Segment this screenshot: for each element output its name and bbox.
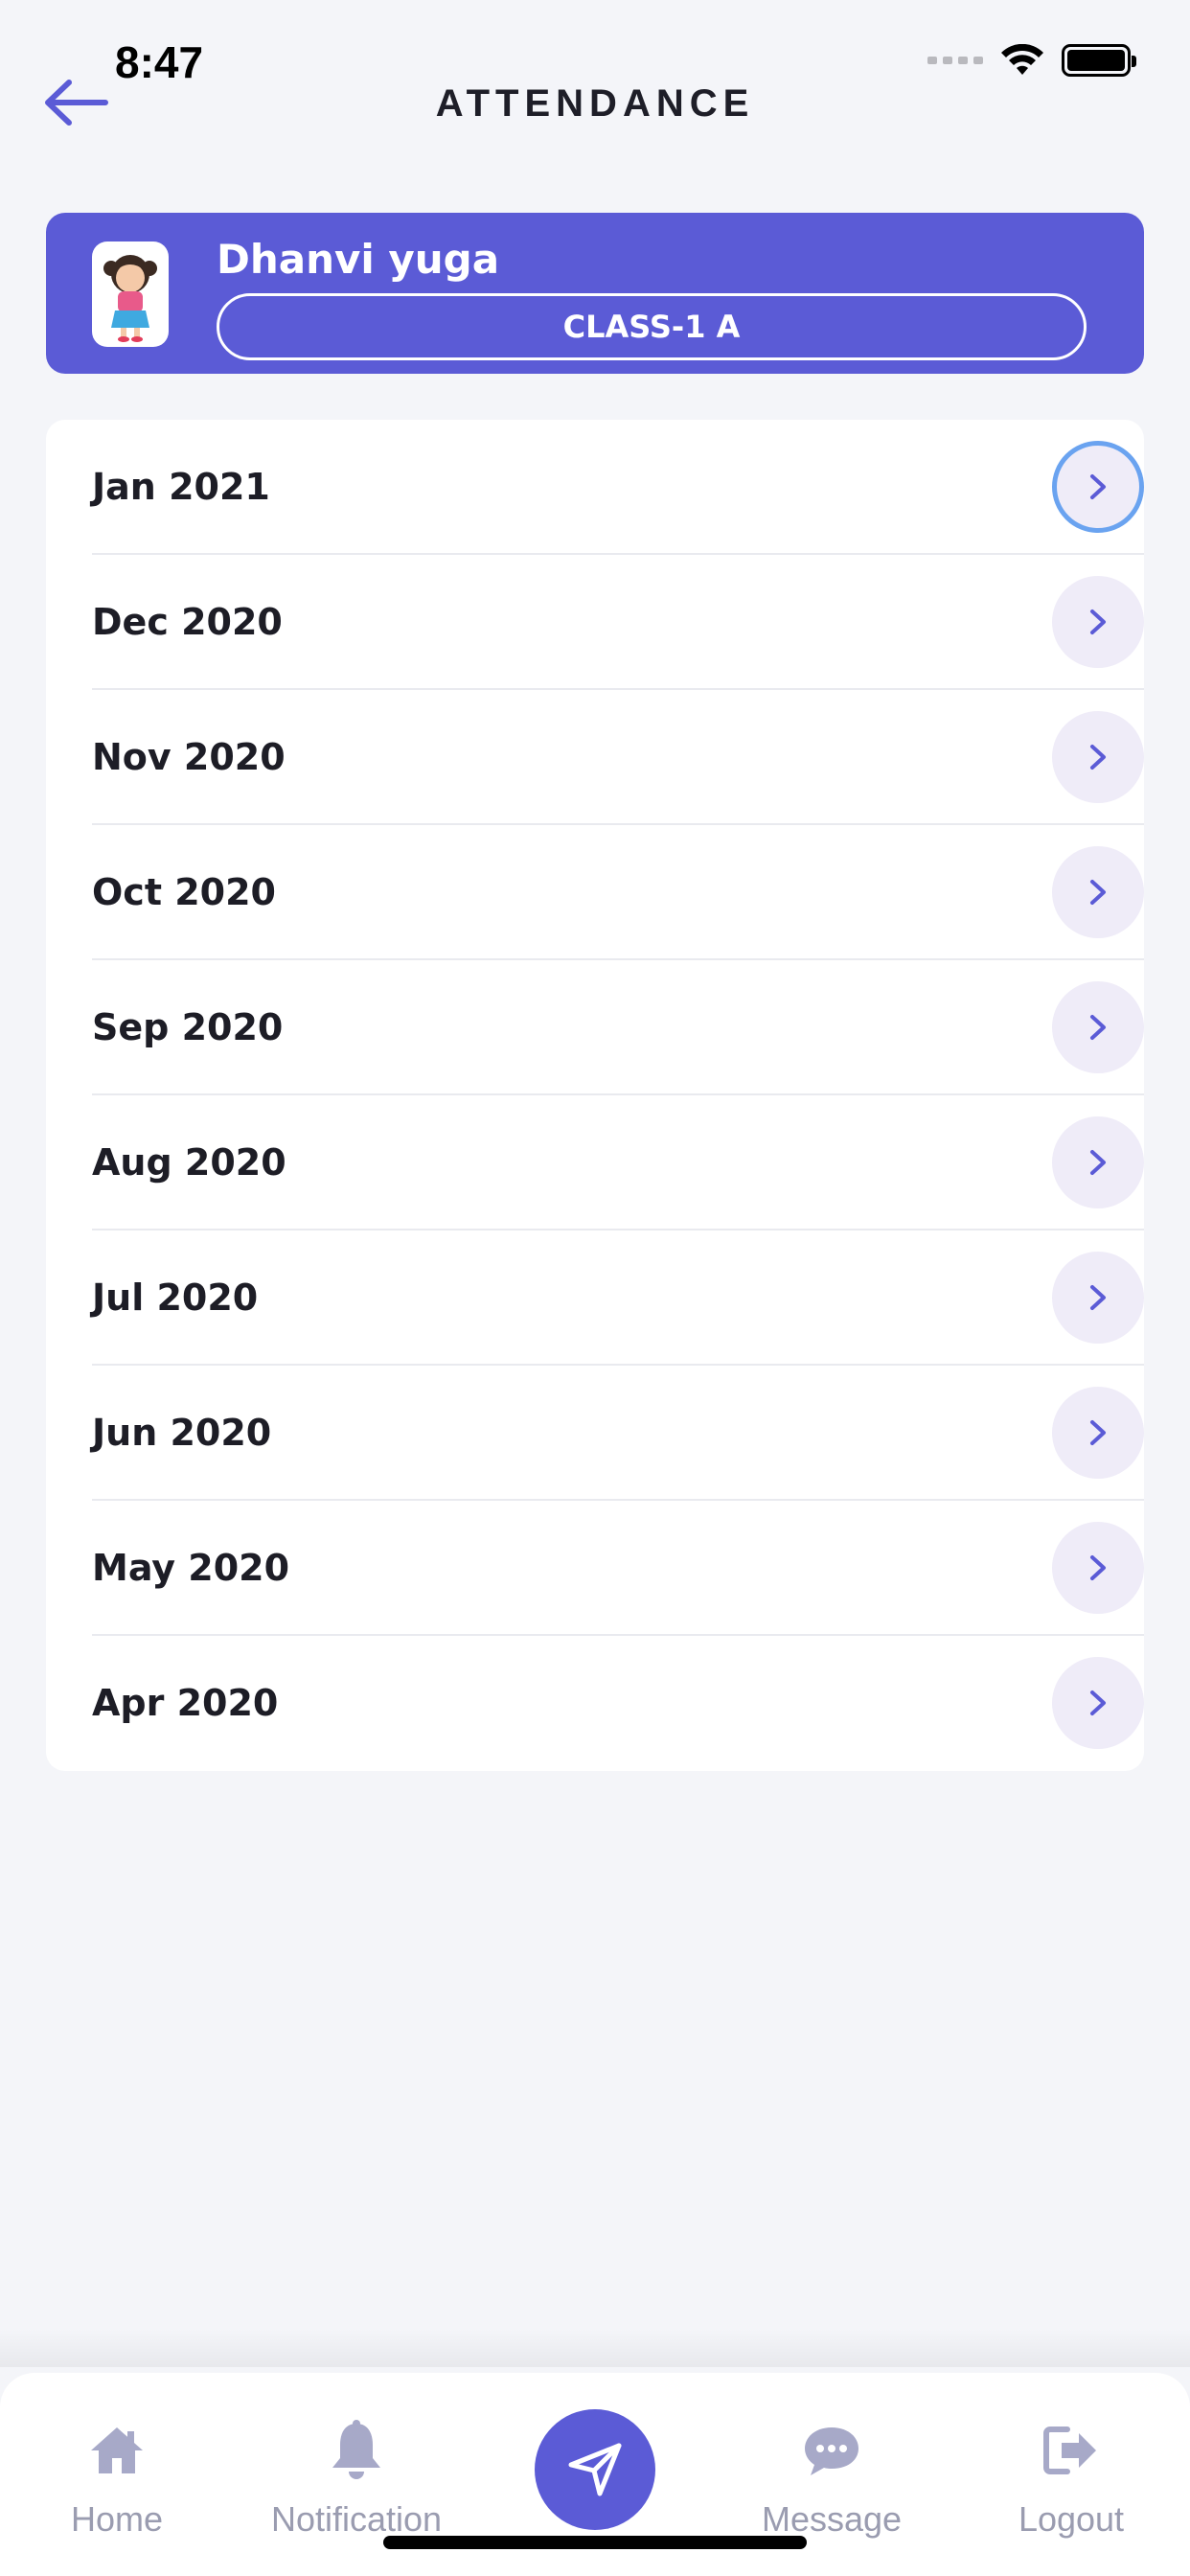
month-label: Aug 2020 (92, 1141, 286, 1184)
page-title: ATTENDANCE (435, 82, 755, 125)
month-row-oct-2020[interactable]: Oct 2020 (92, 825, 1144, 960)
student-card: Dhanvi yuga CLASS-1 A (46, 213, 1144, 374)
open-month-button[interactable] (1052, 1387, 1144, 1479)
nav-home-label: Home (70, 2499, 164, 2539)
month-label: May 2020 (92, 1547, 290, 1589)
nav-logout-label: Logout (1018, 2499, 1125, 2539)
chevron-right-icon (1090, 1690, 1106, 1715)
month-label: Oct 2020 (92, 871, 276, 913)
home-indicator (383, 2536, 807, 2549)
month-row-jun-2020[interactable]: Jun 2020 (92, 1366, 1144, 1501)
nav-home[interactable]: Home (2, 2417, 232, 2540)
chat-bubble-icon (805, 2427, 858, 2475)
nav-logout[interactable]: Logout (956, 2417, 1186, 2540)
open-month-button[interactable] (1052, 846, 1144, 938)
chevron-right-icon (1090, 745, 1106, 770)
open-month-button[interactable] (1052, 576, 1144, 668)
chevron-right-icon (1090, 1015, 1106, 1040)
month-label: Dec 2020 (92, 601, 283, 643)
send-icon (568, 2443, 622, 2496)
chevron-right-icon (1090, 1420, 1106, 1445)
month-row-may-2020[interactable]: May 2020 (92, 1501, 1144, 1636)
open-month-button[interactable] (1052, 981, 1144, 1073)
status-icons (927, 44, 1136, 77)
chevron-right-icon (1090, 1150, 1106, 1175)
month-row-jul-2020[interactable]: Jul 2020 (92, 1230, 1144, 1366)
nav-message-label: Message (761, 2499, 903, 2539)
month-row-dec-2020[interactable]: Dec 2020 (92, 555, 1144, 690)
month-label: Sep 2020 (92, 1006, 284, 1048)
chevron-right-icon (1090, 610, 1106, 634)
bell-icon (332, 2420, 380, 2479)
chevron-right-icon (1090, 474, 1106, 499)
chevron-right-icon (1090, 1285, 1106, 1310)
month-label: Apr 2020 (92, 1682, 279, 1724)
month-row-apr-2020[interactable]: Apr 2020 (92, 1636, 1144, 1771)
nav-notification-label: Notification (270, 2499, 443, 2539)
logout-icon (1043, 2426, 1096, 2474)
battery-icon (1062, 44, 1136, 77)
month-label: Jul 2020 (92, 1276, 259, 1319)
class-badge: CLASS-1 A (217, 293, 1087, 360)
open-month-button[interactable] (1052, 441, 1144, 533)
month-label: Jan 2021 (92, 466, 270, 508)
bottom-nav-shadow (0, 2329, 1190, 2367)
open-month-button[interactable] (1052, 1522, 1144, 1614)
month-label: Nov 2020 (92, 736, 286, 778)
month-list: Jan 2021 Dec 2020 Nov 2020 Oct 2020 Sep … (46, 420, 1144, 1771)
month-row-jan-2021[interactable]: Jan 2021 (92, 420, 1144, 555)
home-icon (91, 2427, 143, 2473)
month-row-aug-2020[interactable]: Aug 2020 (92, 1095, 1144, 1230)
month-row-nov-2020[interactable]: Nov 2020 (92, 690, 1144, 825)
month-row-sep-2020[interactable]: Sep 2020 (92, 960, 1144, 1095)
cellular-signal-icon (927, 57, 983, 64)
student-name: Dhanvi yuga (217, 236, 500, 283)
send-button[interactable] (535, 2409, 655, 2530)
open-month-button[interactable] (1052, 711, 1144, 803)
nav-message[interactable]: Message (717, 2417, 947, 2540)
month-label: Jun 2020 (92, 1412, 272, 1454)
open-month-button[interactable] (1052, 1252, 1144, 1344)
wifi-icon (1001, 44, 1043, 75)
open-month-button[interactable] (1052, 1116, 1144, 1208)
chevron-right-icon (1090, 880, 1106, 905)
status-time: 8:47 (115, 37, 204, 87)
open-month-button[interactable] (1052, 1657, 1144, 1749)
nav-notification[interactable]: Notification (241, 2417, 471, 2540)
chevron-right-icon (1090, 1555, 1106, 1580)
student-avatar (92, 242, 169, 347)
